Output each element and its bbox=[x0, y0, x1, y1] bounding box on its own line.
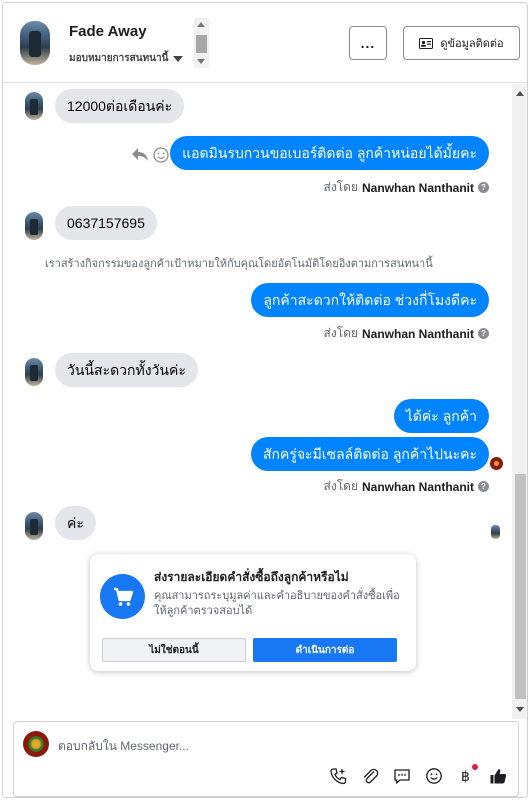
view-contact-button[interactable]: ดูข้อมูลติดต่อ bbox=[403, 26, 520, 60]
header-scrollbar[interactable] bbox=[194, 18, 209, 68]
outgoing-message[interactable]: ได้ค่ะ ลูกค้า bbox=[393, 399, 489, 433]
message-thread: 12000ต่อเดือนค่ะ แอดมินรบกวนขอเบอร์ติดต่… bbox=[3, 84, 512, 719]
prompt-description: คุณสามารถระบุมูลค่าและคำอธิบายของคำสั่งซ… bbox=[154, 590, 400, 617]
contact-avatar-small[interactable] bbox=[25, 92, 43, 120]
incoming-message[interactable]: 0637157695 bbox=[55, 206, 157, 240]
contact-card-icon bbox=[419, 37, 434, 49]
sent-by-label: ส่งโดย Nanwhan Nanthanit ? bbox=[324, 324, 489, 343]
thumbs-up-icon[interactable] bbox=[488, 766, 508, 786]
contact-avatar-small[interactable] bbox=[25, 212, 43, 240]
outgoing-message[interactable]: สักครู่จะมีเซลล์ติดต่อ ลูกค้าไปนะคะ bbox=[250, 437, 489, 471]
baht-icon[interactable]: ฿ bbox=[456, 764, 478, 786]
shopping-cart-icon bbox=[100, 574, 145, 619]
reply-input[interactable] bbox=[58, 737, 358, 755]
incoming-message[interactable]: วันนี้สะดวกทั้งวันค่ะ bbox=[55, 353, 198, 387]
seen-indicator-avatar bbox=[491, 525, 500, 539]
order-details-prompt: ส่งรายละเอียดคำสั่งซื้อถึงลูกค้าหรือไม่ … bbox=[90, 554, 416, 671]
conversation-window: Fade Away มอบหมายการสนทนานี้ ... ดูข้อมู… bbox=[2, 2, 528, 798]
sender-name: Nanwhan Nanthanit bbox=[361, 326, 474, 341]
sent-by-prefix: ส่งโดย bbox=[323, 180, 358, 194]
more-options-button[interactable]: ... bbox=[349, 26, 387, 60]
contact-avatar-small[interactable] bbox=[25, 512, 43, 540]
outgoing-message[interactable]: แอดมินรบกวนขอเบอร์ติดต่อ ลูกค้าหน่อยได้ม… bbox=[170, 136, 489, 170]
scroll-down-arrow-icon[interactable] bbox=[197, 59, 205, 64]
sent-by-label: ส่งโดย Nanwhan Nanthanit ? bbox=[324, 178, 489, 197]
notification-dot bbox=[472, 764, 478, 770]
read-receipt-avatar bbox=[490, 457, 503, 470]
scroll-up-arrow-icon[interactable] bbox=[197, 22, 205, 27]
sent-by-prefix: ส่งโดย bbox=[323, 479, 358, 493]
phone-add-icon[interactable] bbox=[328, 766, 348, 786]
view-contact-label: ดูข้อมูลติดต่อ bbox=[440, 38, 504, 50]
thread-scrollbar[interactable] bbox=[512, 84, 527, 719]
caret-down-icon bbox=[173, 55, 184, 62]
svg-text:฿: ฿ bbox=[461, 769, 470, 785]
help-icon[interactable]: ? bbox=[478, 182, 489, 193]
paperclip-icon[interactable] bbox=[360, 766, 380, 786]
smiley-icon[interactable] bbox=[424, 766, 444, 786]
system-note: เราสร้างกิจกรรมของลูกค้าเป้าหมายให้กับคุ… bbox=[45, 258, 433, 270]
chat-bubble-icon[interactable] bbox=[392, 766, 412, 786]
incoming-message[interactable]: ค่ะ bbox=[55, 506, 96, 540]
scroll-thumb[interactable] bbox=[515, 474, 526, 699]
outgoing-message[interactable]: ลูกค้าสะดวกให้ติดต่อ ช่วงกี่โมงดีคะ bbox=[251, 283, 489, 317]
scroll-thumb[interactable] bbox=[196, 35, 207, 53]
sent-by-label: ส่งโดย Nanwhan Nanthanit ? bbox=[324, 477, 489, 496]
conversation-header: Fade Away มอบหมายการสนทนานี้ ... ดูข้อมู… bbox=[3, 3, 527, 83]
help-icon[interactable]: ? bbox=[478, 481, 489, 492]
assign-conversation-dropdown[interactable]: มอบหมายการสนทนานี้ bbox=[69, 51, 184, 66]
reply-icon[interactable] bbox=[131, 147, 149, 163]
incoming-message[interactable]: 12000ต่อเดือนค่ะ bbox=[55, 89, 185, 123]
prompt-title: ส่งรายละเอียดคำสั่งซื้อถึงลูกค้าหรือไม่ bbox=[154, 570, 349, 584]
not-now-button[interactable]: ไม่ใช่ตอนนี้ bbox=[102, 638, 246, 662]
help-icon[interactable]: ? bbox=[478, 328, 489, 339]
sender-name: Nanwhan Nanthanit bbox=[361, 479, 474, 494]
contact-avatar-small[interactable] bbox=[25, 358, 43, 386]
reply-composer: ฿ bbox=[13, 721, 519, 797]
contact-name[interactable]: Fade Away bbox=[69, 23, 147, 40]
scroll-up-arrow-icon[interactable] bbox=[516, 91, 524, 96]
contact-avatar[interactable] bbox=[20, 21, 50, 65]
scroll-down-arrow-icon[interactable] bbox=[516, 707, 524, 712]
message-actions bbox=[131, 147, 169, 163]
page-avatar bbox=[23, 731, 49, 757]
assign-label: มอบหมายการสนทนานี้ bbox=[69, 53, 169, 64]
react-smiley-icon[interactable] bbox=[153, 147, 169, 163]
composer-toolbar: ฿ bbox=[328, 764, 508, 786]
sent-by-prefix: ส่งโดย bbox=[323, 326, 358, 340]
sender-name: Nanwhan Nanthanit bbox=[361, 180, 474, 195]
continue-button[interactable]: ดำเนินการต่อ bbox=[253, 638, 397, 662]
